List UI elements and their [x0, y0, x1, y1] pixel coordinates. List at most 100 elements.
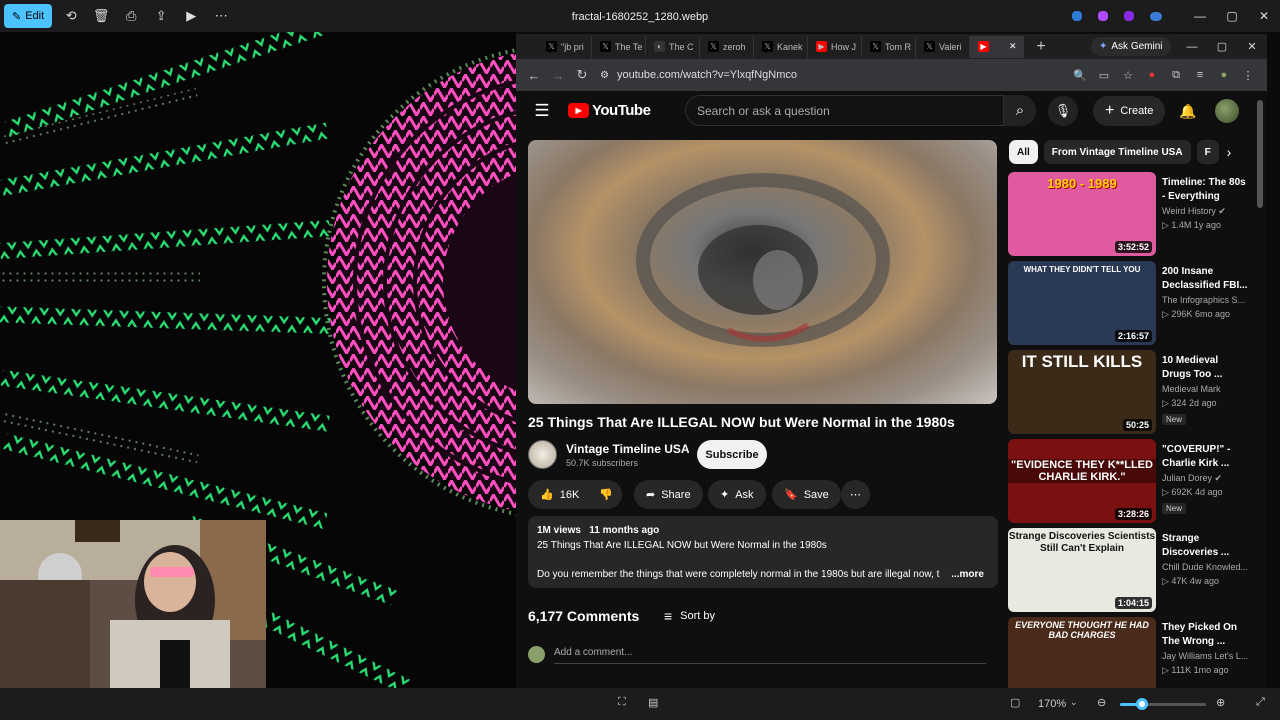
tab[interactable]: 𝕏 Tom R — [862, 35, 916, 58]
notifications-bell-icon[interactable]: 🔔 — [1176, 99, 1200, 123]
more-options-icon[interactable]: ⋯ — [206, 1, 236, 31]
minimize-icon[interactable]: — — [1184, 0, 1216, 32]
tab[interactable]: 𝕏 Valeri — [916, 35, 970, 58]
like-button[interactable]: 👍 16K 👎 — [528, 480, 622, 509]
edit-button[interactable]: ✎ Edit — [4, 4, 53, 28]
zoom-out-icon[interactable]: ⊖ — [1097, 696, 1106, 709]
ask-button[interactable]: ✦ Ask — [708, 480, 766, 509]
recommended-video-title[interactable]: 10 Medieval Drugs Too ... — [1162, 354, 1248, 382]
tab[interactable]: ▶ How J — [808, 35, 862, 58]
recommended-channel[interactable]: Medieval Mark — [1162, 384, 1248, 394]
extension-badge-icon[interactable]: ● — [1142, 65, 1162, 85]
tab[interactable]: ◐ The C — [646, 35, 700, 58]
scrollbar-thumb[interactable] — [1257, 100, 1263, 208]
chevron-right-icon[interactable]: › — [1217, 140, 1241, 164]
maximize-icon[interactable]: ▢ — [1207, 34, 1237, 59]
share-button[interactable]: ➦ Share — [634, 480, 703, 509]
rotate-icon[interactable]: ⟲ — [56, 1, 86, 31]
reading-list-icon[interactable]: ≡ — [1190, 65, 1210, 85]
close-icon[interactable]: ✕ — [1237, 34, 1267, 59]
print-icon[interactable]: ⎙ — [116, 1, 146, 31]
minimize-icon[interactable]: — — [1177, 34, 1207, 59]
zoom-icon[interactable]: 🔍 — [1070, 65, 1090, 85]
chevron-down-icon[interactable]: ⌄ — [1070, 697, 1078, 708]
recommended-video[interactable]: IT STILL KILLS 50:25 10 Medieval Drugs Too… — [1008, 350, 1248, 434]
extensions-icon[interactable]: ⧉ — [1166, 65, 1186, 85]
tab[interactable]: 𝕏 Kanek — [754, 35, 808, 58]
create-button[interactable]: + Create — [1093, 96, 1166, 126]
save-button[interactable]: 🔖 Save — [772, 480, 841, 509]
tray-app-icon[interactable] — [1072, 11, 1082, 21]
new-tab-icon[interactable]: + — [1030, 36, 1052, 58]
maximize-icon[interactable]: ▢ — [1216, 0, 1248, 32]
filter-chip[interactable]: From Vintage Timeline USA — [1043, 140, 1191, 164]
zoom-slider[interactable] — [1120, 698, 1206, 710]
expand-icon[interactable]: ⤢ — [1256, 696, 1265, 709]
slideshow-icon[interactable]: ▶ — [176, 1, 206, 31]
recommended-channel[interactable]: The Infographics S... — [1162, 295, 1248, 305]
sort-by-button[interactable]: ≡ Sort by — [664, 608, 715, 624]
tray-app-icon[interactable] — [1098, 11, 1108, 21]
recommended-video[interactable]: 1980 - 1989 3:52:52 Timeline: The 80s - Ev… — [1008, 172, 1248, 256]
channel-name[interactable]: Vintage Timeline USA — [566, 442, 690, 456]
back-icon[interactable]: ← — [522, 63, 546, 87]
video-thumbnail[interactable]: Strange Discoveries Scientists Still Can… — [1008, 528, 1156, 612]
recommended-video[interactable]: Strange Discoveries Scientists Still Can… — [1008, 528, 1248, 612]
chrome-menu-icon[interactable]: ⋮ — [1238, 65, 1258, 85]
recommended-video-title[interactable]: Timeline: The 80s - Everything Tha... — [1162, 176, 1248, 204]
filter-chip[interactable]: F — [1196, 140, 1219, 164]
recommended-video-title[interactable]: "COVERUP!" - Charlie Kirk ... — [1162, 443, 1248, 471]
cast-icon[interactable]: ▭ — [1094, 65, 1114, 85]
ask-gemini-button[interactable]: ✦ Ask Gemini — [1091, 37, 1171, 56]
thumbs-down-icon[interactable]: 👎 — [599, 488, 613, 501]
recommended-video[interactable]: WHAT THEY DIDN'T TELL YOU 2:16:57 200 Insa… — [1008, 261, 1248, 345]
subscribe-button[interactable]: Subscribe — [697, 440, 767, 469]
tray-app-icon[interactable] — [1124, 11, 1134, 21]
search-input[interactable]: Search or ask a question — [685, 95, 1004, 126]
film-strip-icon[interactable]: ▤ — [648, 696, 658, 709]
zoom-slider-thumb[interactable] — [1136, 698, 1148, 710]
forward-icon[interactable]: → — [546, 63, 570, 87]
recommended-channel[interactable]: Weird History ✔ — [1162, 206, 1248, 217]
video-thumbnail[interactable]: 1980 - 1989 3:52:52 — [1008, 172, 1156, 256]
recommended-channel[interactable]: Julian Dorey ✔ — [1162, 473, 1248, 484]
video-thumbnail[interactable]: "EVIDENCE THEY K**LLED CHARLIE KIRK." 3:2… — [1008, 439, 1156, 523]
more-actions-button[interactable]: ⋯ — [841, 480, 870, 509]
reload-icon[interactable]: ↻ — [570, 63, 594, 87]
zoom-in-icon[interactable]: ⊕ — [1216, 696, 1225, 709]
profile-avatar-icon[interactable]: ● — [1214, 65, 1234, 85]
delete-icon[interactable]: 🗑 — [86, 1, 116, 31]
filter-chip[interactable]: All — [1009, 140, 1038, 164]
channel-avatar[interactable] — [528, 440, 557, 469]
tab[interactable]: 𝕏 The Te — [592, 35, 646, 58]
share-icon[interactable]: ⇪ — [146, 1, 176, 31]
video-thumbnail[interactable]: IT STILL KILLS 50:25 — [1008, 350, 1156, 434]
bookmark-star-icon[interactable]: ☆ — [1118, 65, 1138, 85]
recommended-video[interactable]: EVERYONE THOUGHT HE HAD BAD CHARGES They … — [1008, 617, 1248, 688]
more-link[interactable]: ...more — [951, 567, 984, 582]
recommended-channel[interactable]: Jay Williams Let's L... — [1162, 651, 1248, 661]
hamburger-menu-icon[interactable]: ☰ — [532, 101, 552, 121]
video-description[interactable]: 1M views 11 months ago 25 Things That Ar… — [528, 516, 998, 588]
site-info-icon[interactable]: ⚙ — [600, 70, 609, 81]
recommended-video-title[interactable]: 200 Insane Declassified FBI... — [1162, 265, 1248, 293]
recommended-video-title[interactable]: They Picked On The Wrong ... — [1162, 621, 1248, 649]
account-avatar[interactable] — [1215, 99, 1239, 123]
fit-view-icon[interactable]: ⛶ — [618, 696, 626, 709]
video-thumbnail[interactable]: EVERYONE THOUGHT HE HAD BAD CHARGES — [1008, 617, 1156, 688]
video-player[interactable] — [528, 140, 997, 404]
youtube-logo[interactable]: ▶ YouTube — [568, 102, 651, 119]
recommended-video[interactable]: "EVIDENCE THEY K**LLED CHARLIE KIRK." 3:2… — [1008, 439, 1248, 523]
fullscreen-icon[interactable]: ▢ — [1010, 696, 1020, 709]
close-tab-icon[interactable]: ✕ — [1009, 41, 1017, 52]
tab[interactable]: 𝕏zeroh — [700, 35, 754, 58]
url-field[interactable]: ⚙ youtube.com/watch?v=YlxqfNgNmco — [600, 63, 1070, 87]
close-icon[interactable]: ✕ — [1248, 0, 1280, 32]
tab-active[interactable]: ▶ ✕ — [970, 35, 1024, 58]
add-comment-input[interactable]: Add a comment... — [554, 647, 986, 664]
tab[interactable]: 𝕏 "jb pri — [538, 35, 592, 58]
tray-cloud-icon[interactable] — [1150, 11, 1162, 21]
recommended-video-title[interactable]: Strange Discoveries ... — [1162, 532, 1248, 560]
recommended-channel[interactable]: Chill Dude Knowled... — [1162, 562, 1248, 572]
video-thumbnail[interactable]: WHAT THEY DIDN'T TELL YOU 2:16:57 — [1008, 261, 1156, 345]
